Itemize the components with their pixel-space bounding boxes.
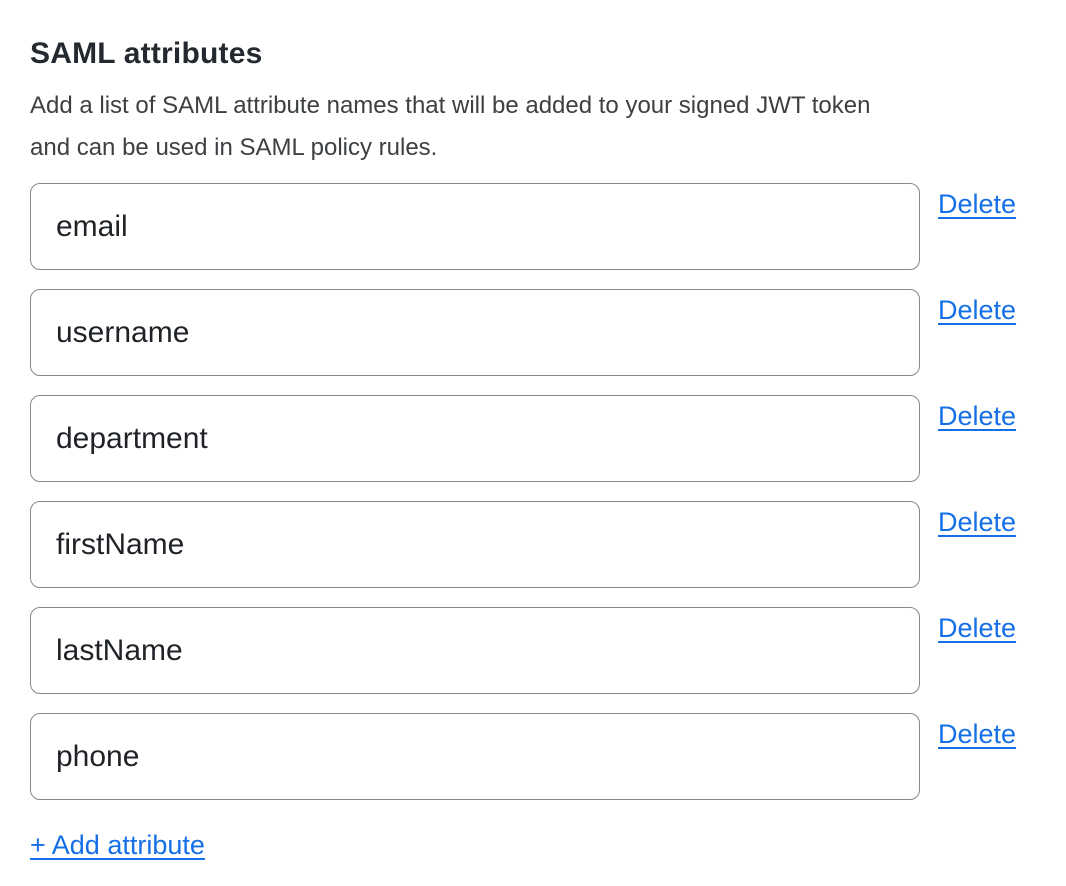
attribute-name-input[interactable] (30, 395, 920, 482)
attribute-row: Delete (30, 607, 1036, 694)
attribute-name-input[interactable] (30, 713, 920, 800)
attribute-list: Delete Delete Delete Delete Delete Delet… (30, 183, 1036, 800)
attribute-name-input[interactable] (30, 501, 920, 588)
delete-attribute-link[interactable]: Delete (938, 613, 1016, 644)
section-description-line-1: Add a list of SAML attribute names that … (30, 85, 1036, 127)
delete-attribute-link[interactable]: Delete (938, 719, 1016, 750)
section-description-line-2: and can be used in SAML policy rules. (30, 127, 1036, 169)
attribute-name-input[interactable] (30, 183, 920, 270)
attribute-row: Delete (30, 395, 1036, 482)
add-attribute-link[interactable]: + Add attribute (30, 830, 205, 861)
delete-attribute-link[interactable]: Delete (938, 507, 1016, 538)
delete-attribute-link[interactable]: Delete (938, 295, 1016, 326)
attribute-row: Delete (30, 183, 1036, 270)
attribute-row: Delete (30, 713, 1036, 800)
section-title: SAML attributes (30, 36, 1036, 72)
section-description: Add a list of SAML attribute names that … (30, 85, 1036, 169)
attribute-name-input[interactable] (30, 607, 920, 694)
attribute-name-input[interactable] (30, 289, 920, 376)
attribute-row: Delete (30, 501, 1036, 588)
delete-attribute-link[interactable]: Delete (938, 401, 1016, 432)
delete-attribute-link[interactable]: Delete (938, 189, 1016, 220)
attribute-row: Delete (30, 289, 1036, 376)
